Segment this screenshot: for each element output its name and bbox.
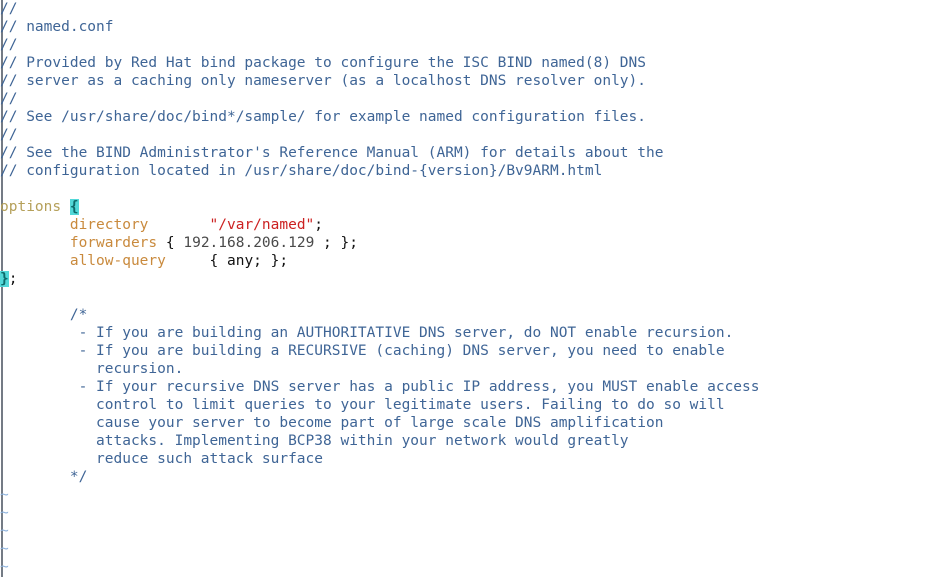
code-line[interactable]: - If you are building a RECURSIVE (cachi… (0, 342, 928, 360)
comment-token: control to limit queries to your legitim… (0, 397, 725, 413)
punctuation-token (0, 253, 70, 269)
code-line[interactable]: ~ (0, 540, 928, 558)
comment-token: // See /usr/share/doc/bind*/sample/ for … (0, 109, 647, 125)
code-line[interactable]: recursion. (0, 360, 928, 378)
code-line[interactable]: */ (0, 468, 928, 486)
code-line[interactable]: // server as a caching only nameserver (… (0, 72, 928, 90)
punctuation-token: { any; }; (165, 253, 289, 269)
comment-token: // (0, 37, 18, 53)
comment-token: // Provided by Red Hat bind package to c… (0, 55, 647, 71)
empty-line-tilde-marker: ~ (0, 487, 9, 503)
code-line[interactable]: ~ (0, 522, 928, 540)
comment-token: cause your server to become part of larg… (0, 415, 664, 431)
number-token: 192.168.206.129 (183, 235, 315, 251)
code-line[interactable]: /* (0, 306, 928, 324)
option-keyword-token: allow-query (69, 253, 166, 269)
option-keyword-token: directory (69, 217, 149, 233)
punctuation-token (0, 235, 70, 251)
punctuation-token: ; (314, 217, 324, 233)
code-line[interactable]: ~ (0, 558, 928, 576)
comment-token: // server as a caching only nameserver (… (0, 73, 647, 89)
text-editor-viewport[interactable]: // // named.conf // // Provided by Red Hat … (0, 0, 928, 577)
comment-token: - If you are building a RECURSIVE (cachi… (0, 343, 725, 359)
code-line[interactable]: // (0, 90, 928, 108)
punctuation-token (0, 217, 70, 233)
code-line[interactable]: // See /usr/share/doc/bind*/sample/ for … (0, 108, 928, 126)
code-line[interactable]: allow-query { any; }; (0, 252, 928, 270)
code-line[interactable]: attacks. Implementing BCP38 within your … (0, 432, 928, 450)
string-token: "/var/named" (209, 217, 315, 233)
code-line[interactable]: // (0, 36, 928, 54)
comment-token: recursion. (0, 361, 184, 377)
comment-token: // (0, 127, 18, 143)
comment-token: - If you are building an AUTHORITATIVE D… (0, 325, 734, 341)
code-line[interactable]: directory "/var/named"; (0, 216, 928, 234)
code-line[interactable] (0, 288, 928, 306)
punctuation-token: { (157, 235, 184, 251)
block-keyword-token: options (0, 199, 70, 215)
comment-token: // See the BIND Administrator's Referenc… (0, 145, 664, 161)
code-line[interactable]: ~ (0, 504, 928, 522)
punctuation-token: ; (8, 271, 18, 287)
code-line[interactable]: reduce such attack surface (0, 450, 928, 468)
code-line[interactable]: - If your recursive DNS server has a pub… (0, 378, 928, 396)
code-buffer[interactable]: // // named.conf // // Provided by Red Hat … (0, 0, 928, 576)
comment-token: // named.conf (0, 19, 114, 35)
matching-brace-highlight: } (0, 271, 9, 287)
code-line[interactable]: ~ (0, 486, 928, 504)
code-line[interactable]: // configuration located in /usr/share/d… (0, 162, 928, 180)
comment-token: // configuration located in /usr/share/d… (0, 163, 603, 179)
code-line[interactable]: // (0, 0, 928, 18)
comment-token: // (0, 91, 18, 107)
option-keyword-token: forwarders (69, 235, 158, 251)
comment-token: /* (0, 307, 88, 323)
empty-line-tilde-marker: ~ (0, 541, 9, 557)
punctuation-token: ; }; (314, 235, 358, 251)
empty-line-tilde-marker: ~ (0, 559, 9, 575)
code-line[interactable]: options { (0, 198, 928, 216)
code-line[interactable]: control to limit queries to your legitim… (0, 396, 928, 414)
comment-token: attacks. Implementing BCP38 within your … (0, 433, 629, 449)
comment-token: reduce such attack surface (0, 451, 324, 467)
code-line[interactable]: // (0, 126, 928, 144)
code-line[interactable]: - If you are building an AUTHORITATIVE D… (0, 324, 928, 342)
punctuation-token (148, 217, 209, 233)
comment-token: */ (0, 469, 88, 485)
code-line[interactable]: // See the BIND Administrator's Referenc… (0, 144, 928, 162)
code-line[interactable]: }; (0, 270, 928, 288)
empty-line-tilde-marker: ~ (0, 505, 9, 521)
comment-token: // (0, 1, 18, 17)
code-line[interactable]: // Provided by Red Hat bind package to c… (0, 54, 928, 72)
code-line[interactable]: forwarders { 192.168.206.129 ; }; (0, 234, 928, 252)
code-line[interactable]: cause your server to become part of larg… (0, 414, 928, 432)
code-line[interactable]: // named.conf (0, 18, 928, 36)
code-line[interactable] (0, 180, 928, 198)
empty-line-tilde-marker: ~ (0, 523, 9, 539)
matching-brace-highlight: { (69, 199, 79, 215)
comment-token: - If your recursive DNS server has a pub… (0, 379, 760, 395)
